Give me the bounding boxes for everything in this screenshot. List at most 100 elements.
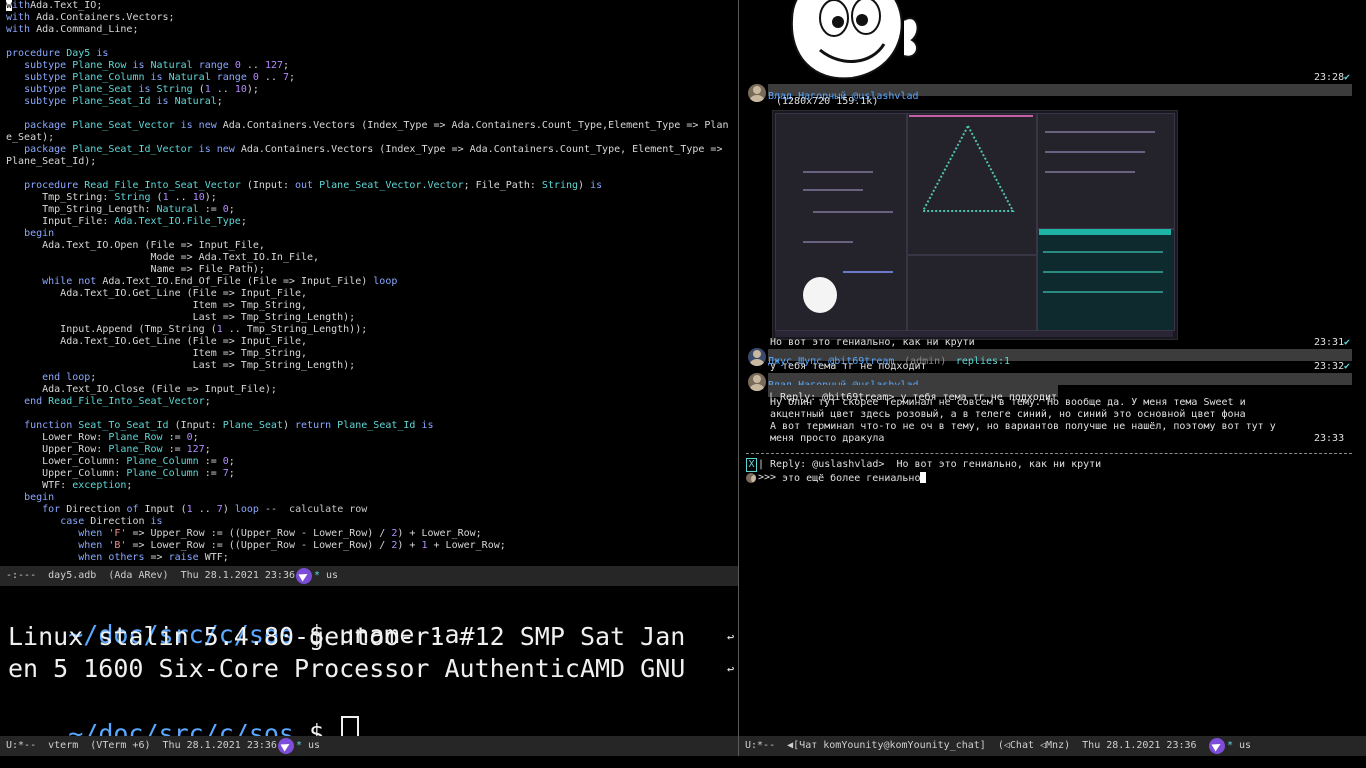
terminal-line-4: ~/doc/src/c/sos $ <box>8 686 360 736</box>
terminal-prompt-dollar: $ <box>294 719 340 736</box>
code-line: package Plane_Seat_Vector is new Ada.Con… <box>24 120 735 131</box>
code-line: when 'F' => Upper_Row := ((Upper_Row - L… <box>78 528 482 539</box>
photo-attachment[interactable] <box>772 110 1178 340</box>
code-line: Input.Append (Tmp_String (1 .. Tmp_Strin… <box>6 324 368 335</box>
editor-modeline-us: us <box>326 570 339 581</box>
code-line: Ada.Text_IO.Get_Line (File => Input_File… <box>6 288 308 299</box>
message-time: 23:33 <box>1314 433 1345 444</box>
code-line: Lower_Column: Plane_Column := 0; <box>6 456 235 467</box>
code-line: case Direction is <box>60 516 163 527</box>
code-line: Tmp_String: String (1 .. 10); <box>6 192 217 203</box>
code-line: Last => Tmp_String_Length); <box>6 312 356 323</box>
code-line: procedure Read_File_Into_Seat_Vector (In… <box>24 180 603 191</box>
code-line: package Plane_Seat_Id_Vector is new Ada.… <box>24 144 729 155</box>
telegram-icon <box>1209 738 1225 754</box>
avatar[interactable] <box>748 84 766 102</box>
code-line: Upper_Row: Plane_Row := 127; <box>6 444 211 455</box>
telegram-icon <box>296 568 312 584</box>
avatar[interactable] <box>748 348 766 366</box>
code-line: function Seat_To_Seat_Id (Input: Plane_S… <box>24 420 434 431</box>
code-line: when others => raise WTF; <box>78 552 229 563</box>
message-text: Но вот это гениально, как ни крути <box>770 337 975 348</box>
code-line: Item => Tmp_String, <box>6 348 308 359</box>
message-time: 23:31 <box>1314 337 1345 348</box>
sticker-image[interactable] <box>772 0 922 80</box>
avatar[interactable] <box>748 373 766 391</box>
code-line: Input_File: Ada.Text_IO.File_Type; <box>6 216 247 227</box>
code-line: with Ada.Containers.Vectors; <box>6 12 175 23</box>
terminal-cursor <box>341 716 360 736</box>
code-line: e_Seat); <box>6 132 55 143</box>
code-line: end loop; <box>42 372 97 383</box>
message-text-line: акцентный цвет здесь розовый, а в телеге… <box>770 409 1246 420</box>
message-input[interactable]: >>> это ещё более гениально <box>746 472 1346 486</box>
wrap-icon: ↩ <box>727 662 735 676</box>
wrap-icon: ↩ <box>727 630 735 644</box>
editor-modeline-star: * <box>314 570 321 581</box>
code-line: Tmp_String_Length: Natural := 0; <box>6 204 235 215</box>
code-line: Ada.Text_IO.Open (File => Input_File, <box>6 240 265 251</box>
message-text: у тебя тема тг не подходит <box>770 361 927 372</box>
terminal-line-2: Linux stalin 5.4.80-gentoo-r1 #12 SMP Sa… <box>8 622 686 651</box>
message-text-line: А вот терминал что-то не оч в тему, но в… <box>770 421 1276 432</box>
code-line: WTF: exception; <box>6 480 133 491</box>
terminal[interactable]: ~/doc/src/c/sos $ uname -a Linux stalin … <box>0 588 738 736</box>
message-time: 23:32 <box>1314 361 1345 372</box>
code-line: Upper_Column: Plane_Column := 7; <box>6 468 235 479</box>
read-check-icon: ✔ <box>1344 361 1351 372</box>
terminal-modeline: U:*-- vterm (VTerm +6) Thu 28.1.2021 23:… <box>0 736 738 756</box>
code-line: for Direction of Input (1 .. 7) loop -- … <box>42 504 368 515</box>
message-text-line: меня просто дракула <box>770 433 885 444</box>
input-text: это ещё более гениально <box>782 472 927 485</box>
code-line: Name => File_Path); <box>6 264 265 275</box>
code-line: subtype Plane_Seat_Id is Natural; <box>24 96 223 107</box>
code-line: begin <box>24 492 55 503</box>
code-line: end Read_File_Into_Seat_Vector; <box>24 396 211 407</box>
code-line: Mode => Ada.Text_IO.In_File, <box>6 252 320 263</box>
chat-modeline-text: U:*-- ◀[Чат komYounity@komYounity_chat] … <box>745 740 1197 751</box>
input-divider <box>746 453 1352 454</box>
code-line: subtype Plane_Column is Natural range 0 … <box>24 72 296 83</box>
code-line: subtype Plane_Row is Natural range 0 .. … <box>24 60 290 71</box>
terminal-modeline-us: us <box>308 740 321 751</box>
terminal-modeline-text: U:*-- vterm (VTerm +6) Thu 28.1.2021 23:… <box>6 740 277 751</box>
code-line: Item => Tmp_String, <box>6 300 308 311</box>
read-check-icon: ✔ <box>1344 72 1351 83</box>
reply-quote[interactable]: | Reply: @bit69tream> у тебя тема тг не … <box>768 385 1058 403</box>
read-check-icon: ✔ <box>1344 337 1351 348</box>
terminal-modeline-star: * <box>296 740 303 751</box>
replies-link[interactable]: replies:1 <box>956 356 1010 367</box>
code-line: Ada.Text_IO.Close (File => Input_File); <box>6 384 277 395</box>
reply-preview: | Reply: @uslashvlad> Но вот это гениаль… <box>758 459 1102 470</box>
chat-modeline: U:*-- ◀[Чат komYounity@komYounity_chat] … <box>739 736 1366 756</box>
code-line: subtype Plane_Seat is String (1 .. 10); <box>24 84 265 95</box>
my-avatar <box>746 473 756 483</box>
terminal-line-3: en 5 1600 Six-Core Processor AuthenticAM… <box>8 654 686 683</box>
message-text-line: Ну блин тут скорее терминал не совсем в … <box>770 397 1246 408</box>
code-line: Plane_Seat_Id); <box>6 156 97 167</box>
input-prompt: >>> <box>758 472 783 483</box>
chat-modeline-star: * <box>1227 740 1234 751</box>
message-time: 23:28 <box>1314 72 1345 83</box>
code-line: procedure Day5 is <box>6 48 109 59</box>
code-line: Ada.Text_IO.Get_Line (File => Input_File… <box>6 336 308 347</box>
cancel-reply-button[interactable]: X <box>746 458 757 472</box>
terminal-line-1: ~/doc/src/c/sos $ uname -a <box>8 590 459 649</box>
chat-buffer[interactable]: 23:28 ✔ Влад Нагорный @uslashvlad (1280x… <box>740 0 1366 736</box>
editor-modeline-text: -:--- day5.adb (Ada ARev) Thu 28.1.2021 … <box>6 570 295 581</box>
photo-caption: (1280x720 159.1k) <box>776 96 879 107</box>
message-header: Влад Нагорный @uslashvlad <box>768 84 1352 102</box>
message-header: Джус Шупс @bit69tream (admin) replies:1 <box>768 349 1352 367</box>
code-line: Lower_Row: Plane_Row := 0; <box>6 432 199 443</box>
editor-modeline: -:--- day5.adb (Ada ARev) Thu 28.1.2021 … <box>0 566 738 586</box>
code-line: when 'B' => Lower_Row := ((Upper_Row - L… <box>78 540 506 551</box>
chat-modeline-us: us <box>1239 740 1252 751</box>
code-line: Last => Tmp_String_Length); <box>6 360 356 371</box>
code-line: withAda.Text_IO; <box>6 0 103 11</box>
window-divider[interactable] <box>738 0 739 756</box>
code-line: begin <box>24 228 55 239</box>
telegram-icon <box>278 738 294 754</box>
code-editor[interactable]: withAda.Text_IO; with Ada.Containers.Vect… <box>0 0 738 566</box>
terminal-prompt-path: ~/doc/src/c/sos <box>68 719 294 736</box>
code-line: while not Ada.Text_IO.End_Of_File (File … <box>42 276 398 287</box>
